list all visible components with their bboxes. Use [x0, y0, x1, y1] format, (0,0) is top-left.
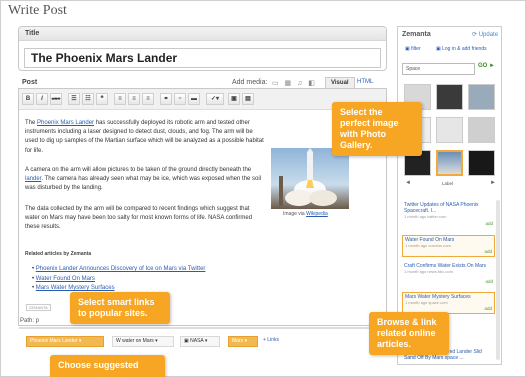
link-button[interactable]: ⚭ [160, 93, 172, 105]
gallery-thumb[interactable] [468, 117, 495, 143]
bold-button[interactable]: B [22, 93, 34, 105]
related-heading: Related articles by Zemanta [25, 251, 92, 257]
kitchen-sink-button[interactable]: ▤ [242, 93, 254, 105]
editor-resize-bar[interactable] [19, 327, 386, 329]
gallery-thumb[interactable] [436, 84, 463, 110]
title-box: Title The Phoenix Mars Lander [18, 26, 387, 71]
gallery-thumb[interactable] [468, 150, 495, 176]
align-left-button[interactable]: ≡ [114, 93, 126, 105]
align-right-button[interactable]: ≡ [142, 93, 154, 105]
numbered-list-button[interactable]: ☷ [82, 93, 94, 105]
gallery-thumb-selected[interactable] [436, 150, 463, 176]
callout-related-articles: Browse & link related online articles. [369, 312, 449, 355]
article-item[interactable]: Twitter Updates of NASA Phoenix Spacecra… [402, 201, 495, 228]
p1-pre: The [25, 120, 38, 126]
article-meta: 1 month ago twitter.com [404, 214, 447, 219]
article-title: Twitter Updates of NASA Phoenix Spacecra… [404, 202, 479, 214]
article-add-link[interactable]: add [485, 221, 493, 227]
zemanta-go-button[interactable]: GO ► [478, 63, 495, 69]
tag-label: Mars [232, 338, 244, 344]
zemanta-search-input[interactable]: Space [402, 63, 475, 75]
media-icons[interactable]: ▭ ▦ ♫ ◧ [272, 79, 317, 87]
paragraph-2: A camera on the arm will allow pictures … [25, 166, 265, 194]
p1-link[interactable]: Phoenix Mars Lander [37, 120, 94, 126]
zemanta-brand: Zemanta [402, 31, 431, 38]
callout-smart-links: Select smart links to popular sites. [70, 292, 170, 324]
path-label: Path: p [20, 318, 40, 324]
related-item: • Water Found On Mars [32, 275, 95, 282]
related-link-1[interactable]: Phoenix Lander Announces Discovery of Ic… [36, 266, 206, 272]
image-caption-prefix: Image via [283, 211, 307, 217]
zemanta-badge[interactable]: ZEMANTA [26, 304, 51, 311]
tag-label: NASA [190, 338, 204, 344]
blockquote-button[interactable]: ❝ [96, 93, 108, 105]
tag-label: Phoenix Mars Lander [30, 338, 78, 344]
update-label: Update [478, 32, 499, 38]
zemanta-filter[interactable]: ▣ filter [405, 46, 421, 52]
tag-label: water on Mars [122, 338, 154, 344]
article-add-link[interactable]: add [484, 249, 492, 255]
post-title-input[interactable]: The Phoenix Mars Lander [24, 48, 381, 68]
tag-nasa[interactable]: ▣ NASA ▾ [180, 336, 220, 347]
zemanta-update[interactable]: ⟳ Update [472, 31, 498, 38]
login-label: Log in & add friends [442, 46, 487, 52]
bullet-list-button[interactable]: ☰ [68, 93, 80, 105]
filter-label: filter [411, 46, 421, 52]
related-item: • Phoenix Lander Announces Discovery of … [32, 266, 206, 272]
unlink-button[interactable]: ⚭ [174, 93, 186, 105]
more-button[interactable]: ▬ [188, 93, 200, 105]
related-link-2[interactable]: Water Found On Mars [36, 276, 95, 282]
gallery-thumb[interactable] [468, 84, 495, 110]
image-caption-link[interactable]: Wikipedia [306, 211, 328, 217]
add-media-label: Add media: [232, 79, 268, 86]
paragraph-3: The data collected by the arm will be co… [25, 205, 265, 233]
shuttle-launch-icon [279, 148, 337, 206]
title-box-header: Title [19, 27, 386, 41]
tab-visual[interactable]: Visual [325, 77, 355, 88]
article-meta: 1 month ago cosmos.com [405, 243, 451, 248]
article-item-selected[interactable]: Water Found On Mars 1 month ago cosmos.c… [402, 235, 495, 257]
gallery-prev-icon[interactable]: ◄ [405, 180, 411, 186]
p3-text: The data collected by the arm will be co… [25, 206, 253, 231]
related-link-3[interactable]: Mars Water Mystery Surfaces [36, 285, 115, 291]
article-meta: 1 month ago space.com [405, 300, 448, 305]
align-center-button[interactable]: ≡ [128, 93, 140, 105]
p2-pre: A camera on the arm will allow pictures … [25, 167, 252, 173]
article-add-link[interactable]: add [485, 279, 493, 285]
zemanta-login[interactable]: ▣ Log in & add friends [436, 46, 487, 52]
gallery-next-icon[interactable]: ► [490, 180, 496, 186]
paragraph-1: The Phoenix Mars Lander has successfully… [25, 119, 265, 156]
article-item-selected[interactable]: Mars Water Mystery Surfaces 1 month ago … [402, 292, 495, 314]
spellcheck-button[interactable]: ✓▾ [206, 93, 224, 105]
thumb-label: Label [442, 181, 454, 186]
sidebar-scrollbar[interactable] [496, 200, 500, 360]
post-label: Post [22, 79, 38, 86]
tag-phoenix-mars-lander[interactable]: Phoenix Mars Lander ▾ [26, 336, 104, 347]
related-list: • Phoenix Lander Announces Discovery of … [32, 265, 205, 294]
tag-water-on-mars[interactable]: W water on Mars ▾ [112, 336, 174, 347]
strikethrough-button[interactable]: ABC [50, 93, 62, 105]
callout-photo-gallery: Select the perfect image with Photo Gall… [332, 102, 422, 156]
callout-suggested: Choose suggested [50, 355, 165, 377]
italic-button[interactable]: I [36, 93, 48, 105]
p2-link[interactable]: lander [25, 176, 41, 182]
article-meta: 1 month ago news.bbc.com [404, 269, 453, 274]
gallery-thumb[interactable] [436, 117, 463, 143]
fullscreen-button[interactable]: ▣ [228, 93, 240, 105]
image-caption: Image via Wikipedia [283, 211, 328, 217]
p2-post: . The camera has already seen what may b… [25, 176, 262, 192]
shuttle-image[interactable] [271, 148, 349, 209]
page-title: Write Post [8, 3, 67, 18]
article-item[interactable]: Craft Confirms Water Exists On Mars 1 mo… [402, 262, 495, 286]
more-links[interactable]: + Links [263, 337, 279, 343]
article-add-link[interactable]: add [484, 306, 492, 312]
tag-mars[interactable]: Mars ▾ [228, 336, 258, 347]
tab-html[interactable]: HTML [357, 79, 373, 85]
